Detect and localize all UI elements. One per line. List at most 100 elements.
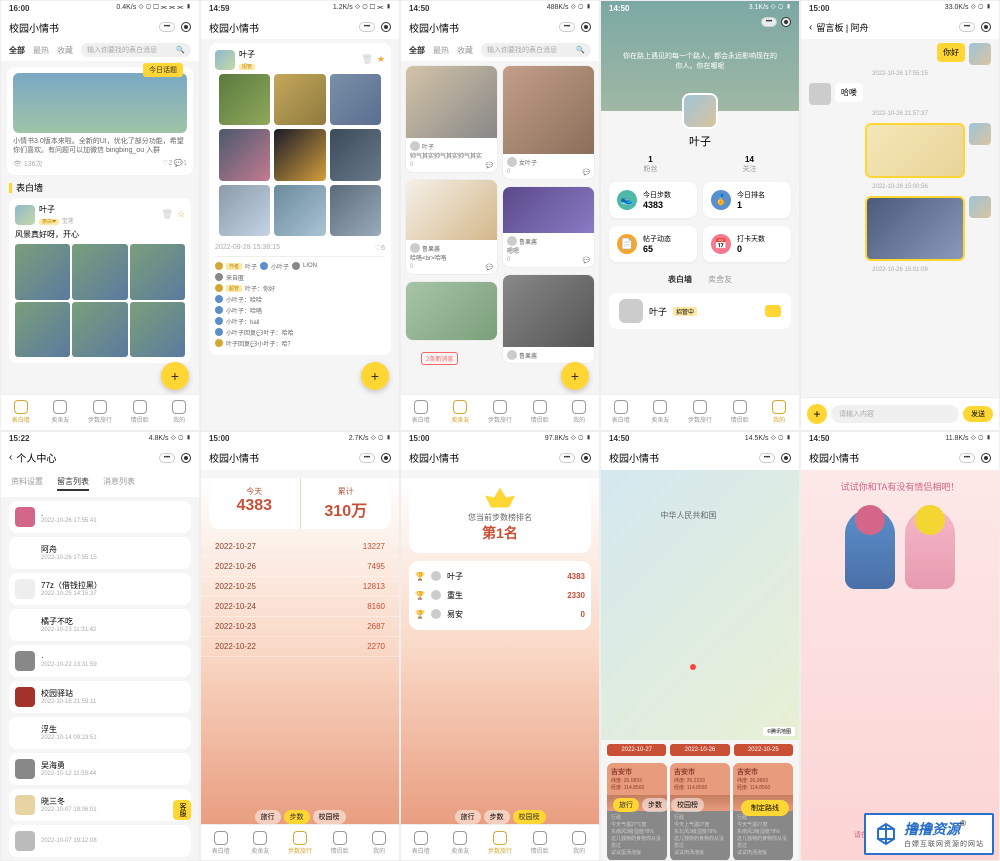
msg-out[interactable]: 你好: [801, 39, 999, 69]
feed-card[interactable]: [405, 281, 498, 341]
nav-couple[interactable]: 情侣脸: [720, 395, 760, 430]
menu-icon[interactable]: •••: [761, 17, 777, 27]
message-input[interactable]: 请输入内容: [831, 405, 959, 423]
menu-icon[interactable]: •••: [559, 453, 575, 463]
compose-button[interactable]: +: [161, 362, 189, 390]
new-msg-chip[interactable]: 2条新消息: [421, 352, 458, 365]
step-row[interactable]: 2022-10-248160: [201, 597, 399, 617]
menu-icon[interactable]: •••: [359, 22, 375, 32]
follow-stat[interactable]: 14关注: [743, 155, 757, 174]
nav-roommate[interactable]: 卖舍友: [41, 395, 81, 430]
feed-card[interactable]: 叶子帅气其实帅气其实帅气其实0💬: [405, 65, 498, 173]
set-route-button[interactable]: 制定路线: [741, 800, 789, 816]
card-steps[interactable]: 👟今日步数4383: [609, 182, 697, 218]
target-icon[interactable]: [181, 453, 191, 463]
menu-icon[interactable]: •••: [359, 453, 375, 463]
card-checkin[interactable]: 📅打卡天数0: [703, 226, 791, 262]
nav-wall[interactable]: 表白墙: [401, 395, 441, 430]
list-item[interactable]: 阿舟2022-10-26 17:55:15: [9, 537, 191, 569]
target-icon[interactable]: [781, 453, 791, 463]
search-input[interactable]: 输入你要找的表白消息🔍: [81, 43, 191, 57]
msg-image[interactable]: [801, 119, 999, 182]
back-icon[interactable]: ‹: [9, 452, 12, 463]
step-row[interactable]: 2022-10-2713227: [201, 537, 399, 557]
attach-button[interactable]: +: [807, 404, 827, 424]
like-count[interactable]: ♡6: [375, 244, 385, 252]
post-images[interactable]: [15, 244, 185, 357]
step-row[interactable]: 2022-10-232687: [201, 617, 399, 637]
nav-roommate[interactable]: 卖舍友: [641, 395, 681, 430]
like-icon[interactable]: ♡2: [162, 160, 172, 167]
menu-icon[interactable]: •••: [759, 453, 775, 463]
menu-icon[interactable]: •••: [959, 22, 975, 32]
comment-icon[interactable]: 💬1: [174, 160, 187, 167]
fans-stat[interactable]: 1粉丝: [644, 155, 658, 174]
target-icon[interactable]: [181, 22, 191, 32]
search-input[interactable]: 输入你要找的表白消息🔍: [481, 43, 591, 57]
card-rank[interactable]: 🏅今日排名1: [703, 182, 791, 218]
photo-grid[interactable]: [215, 70, 385, 240]
list-item[interactable]: .2022-10-26 17:55:41: [9, 501, 191, 533]
compose-button[interactable]: +: [561, 362, 589, 390]
nav-roommate[interactable]: 卖舍友: [441, 395, 481, 430]
nav-steps[interactable]: 步数旅行: [80, 395, 120, 430]
msg-image[interactable]: [801, 192, 999, 265]
target-icon[interactable]: [781, 17, 791, 27]
trash-icon[interactable]: 🗑: [361, 54, 372, 65]
back-icon[interactable]: ‹: [809, 22, 812, 33]
avatar[interactable]: [215, 50, 235, 70]
nav-me[interactable]: 我的: [559, 395, 599, 430]
feed-card[interactable]: 女叶子0💬: [502, 65, 595, 180]
list-item[interactable]: ·2022-10-22 13:31:59: [9, 645, 191, 677]
trash-icon[interactable]: 🗑: [161, 209, 172, 220]
nav-steps[interactable]: 步数旅行: [480, 395, 520, 430]
target-icon[interactable]: [981, 453, 991, 463]
list-item[interactable]: 晓三冬2022-10-07 19:06:01: [9, 789, 191, 821]
edit-icon[interactable]: [765, 305, 781, 317]
star-icon[interactable]: ★: [377, 54, 385, 65]
post-card[interactable]: 叶子 表白❤ 宝莲 🗑 ☆ 风景真好呀，开心: [9, 198, 191, 363]
menu-icon[interactable]: •••: [159, 453, 175, 463]
list-item[interactable]: 校园驿站2022-10-18 21:59:11: [9, 681, 191, 713]
star-icon[interactable]: ☆: [177, 209, 185, 220]
nav-me[interactable]: 我的: [759, 395, 799, 430]
list-item[interactable]: 2022-10-07 19:12:08: [9, 825, 191, 857]
target-icon[interactable]: [581, 22, 591, 32]
target-icon[interactable]: [381, 453, 391, 463]
nav-wall[interactable]: 表白墙: [601, 395, 641, 430]
nav-couple[interactable]: 情侣脸: [520, 395, 560, 430]
nav-steps[interactable]: 步数旅行: [680, 395, 720, 430]
avatar[interactable]: [682, 93, 718, 129]
menu-icon[interactable]: •••: [559, 22, 575, 32]
list-item[interactable]: 浮生2022-10-14 09:23:51: [9, 717, 191, 749]
step-row[interactable]: 2022-10-267495: [201, 557, 399, 577]
tab-hot[interactable]: 最热: [33, 45, 49, 56]
friend-item[interactable]: 叶子 招管中: [609, 293, 791, 329]
target-icon[interactable]: [581, 453, 591, 463]
tab-fav[interactable]: 收藏: [57, 45, 73, 56]
step-row[interactable]: 2022-10-2512813: [201, 577, 399, 597]
send-button[interactable]: 发送: [963, 406, 993, 422]
tab-all[interactable]: 全部: [9, 45, 25, 56]
feed-card[interactable]: 鲁果酱嗯嗯0💬: [502, 186, 595, 268]
card-posts[interactable]: 📄帖子动态65: [609, 226, 697, 262]
step-row[interactable]: 2022-10-222270: [201, 637, 399, 657]
service-button[interactable]: 客服: [173, 800, 191, 820]
nav-couple[interactable]: 情侣脸: [120, 395, 160, 430]
target-icon[interactable]: [381, 22, 391, 32]
nav-wall[interactable]: 表白墙: [1, 395, 41, 430]
nav-me[interactable]: 我的: [159, 395, 199, 430]
compose-button[interactable]: +: [361, 362, 389, 390]
couple-upload-area[interactable]: 试试你和TA有没有情侣相吧！ 请在上方上传你和TA的头像吧: [801, 470, 999, 861]
target-icon[interactable]: [981, 22, 991, 32]
list-item[interactable]: 吴海勇2022-10-12 11:59:44: [9, 753, 191, 785]
list-item[interactable]: 橘子不吃2022-10-23 11:31:42: [9, 609, 191, 641]
feed-card[interactable]: 鲁果酱哈咯<br>哈咯0💬: [405, 179, 498, 275]
menu-icon[interactable]: •••: [959, 453, 975, 463]
msg-in[interactable]: 哈喽: [801, 79, 999, 109]
menu-icon[interactable]: •••: [159, 22, 175, 32]
feed-card[interactable]: 鲁果酱: [502, 274, 595, 364]
avatar[interactable]: [15, 205, 35, 225]
list-item[interactable]: 77z（借钱拉黑）2022-10-25 14:15:37: [9, 573, 191, 605]
topic-card[interactable]: 今日话题 小情书3.0版本来啦。全新的UI，优化了部分功能，希望你们喜欢。有问题…: [7, 67, 193, 175]
